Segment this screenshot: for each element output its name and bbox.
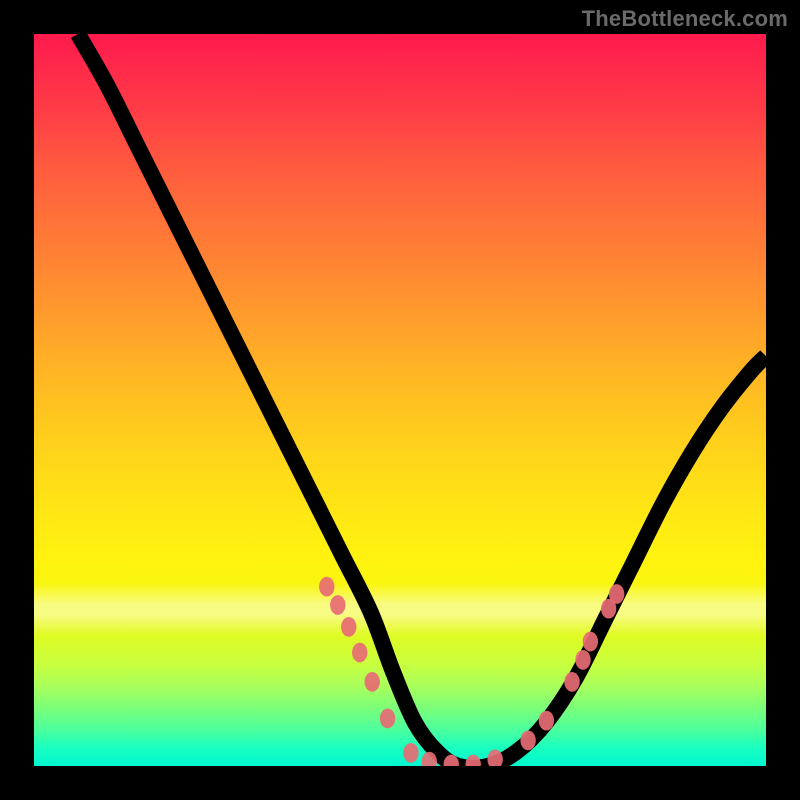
curve-marker — [539, 711, 554, 731]
curve-marker — [380, 709, 395, 729]
curve-marker — [609, 584, 624, 604]
curve-marker — [466, 755, 481, 766]
watermark-text: TheBottleneck.com — [582, 6, 788, 32]
curve-marker — [520, 730, 535, 750]
curve-marker — [487, 750, 502, 766]
chart-svg — [34, 34, 766, 766]
curve-marker — [575, 650, 590, 670]
curve-line — [78, 34, 766, 766]
curve-marker — [403, 743, 418, 763]
curve-marker — [330, 595, 345, 615]
curve-marker — [364, 672, 379, 692]
curve-marker — [352, 643, 367, 663]
curve-marker — [564, 672, 579, 692]
curve-marker — [583, 632, 598, 652]
plot-area — [34, 34, 766, 766]
chart-frame: TheBottleneck.com — [0, 0, 800, 800]
curve-marker — [319, 577, 334, 597]
curve-marker — [341, 617, 356, 637]
